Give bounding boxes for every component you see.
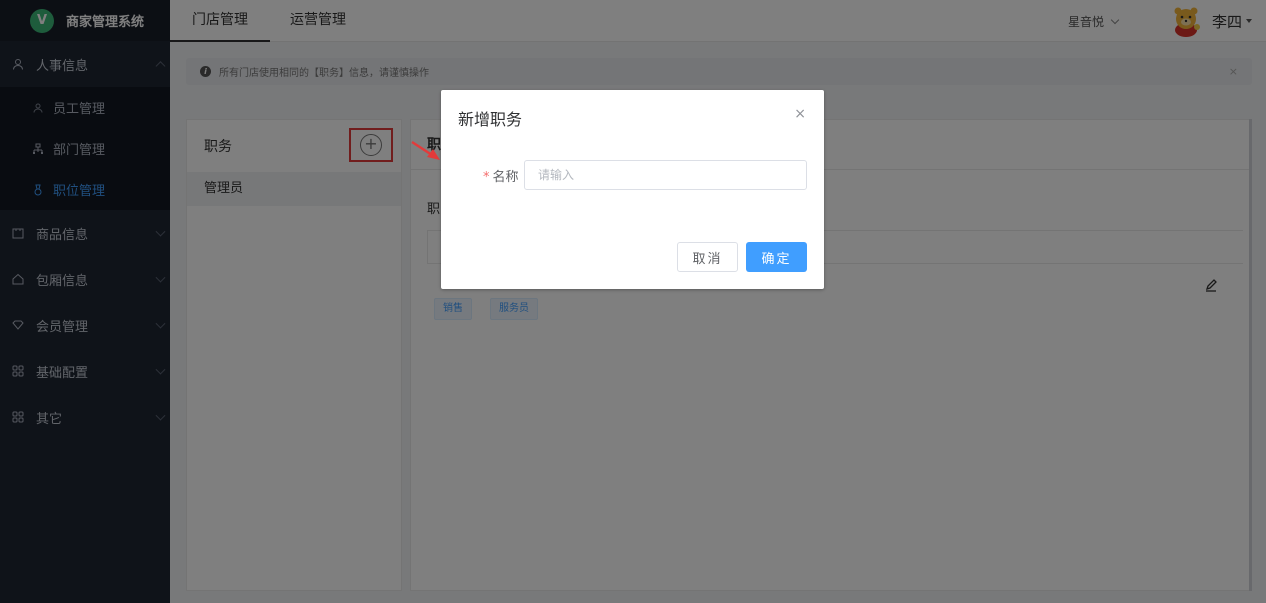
required-mark: * [483, 170, 490, 185]
name-label-text: 名称 [492, 170, 519, 185]
name-field-label: * 名称 [483, 166, 519, 185]
close-icon[interactable]: × [794, 106, 806, 122]
cancel-button[interactable]: 取消 [677, 242, 738, 272]
add-role-dialog: 新增职务 × *名称 取消 确定 [441, 90, 824, 289]
confirm-button[interactable]: 确定 [746, 242, 807, 272]
dialog-title: 新增职务 [458, 110, 523, 129]
name-input[interactable] [524, 160, 807, 190]
annotation-arrow-icon [411, 140, 440, 160]
